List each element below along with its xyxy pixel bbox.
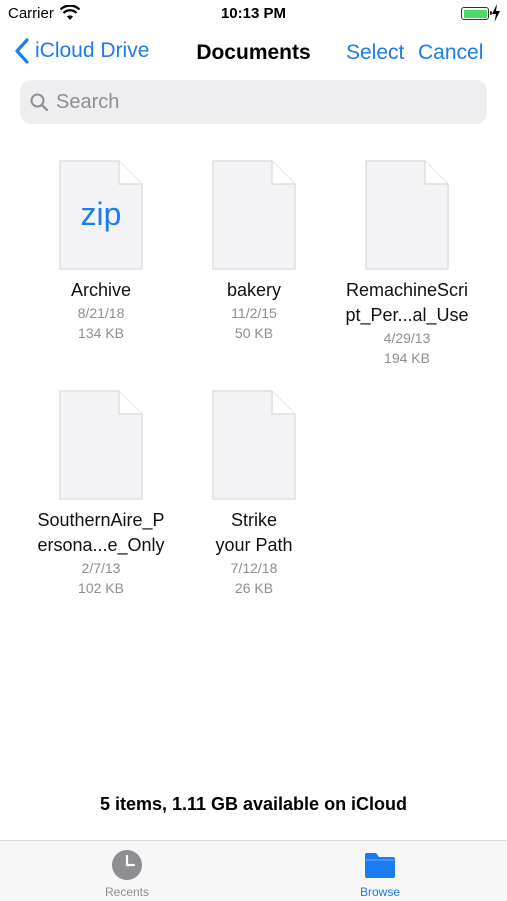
tab-bar: Recents Browse: [0, 840, 507, 901]
storage-summary: 5 items, 1.11 GB available on iCloud: [99, 794, 408, 814]
tab-recents[interactable]: Recents: [67, 849, 187, 899]
navigation-bar: iCloud Drive Documents Select Cancel: [0, 30, 507, 74]
status-time: 10:13 PM: [220, 5, 287, 22]
charging-bolt-icon: [492, 4, 500, 22]
file-item-remachine-script[interactable]: RemachineScri pt_Per...al_Use 4/29/13 194…: [337, 160, 477, 368]
search-icon: [30, 93, 48, 111]
folder-icon: [365, 853, 395, 878]
zip-badge: zip: [80, 196, 122, 232]
file-date: 7/12/18: [230, 560, 278, 576]
file-size: 194 KB: [384, 350, 430, 366]
file-date: 11/2/15: [231, 305, 277, 321]
document-icon: [212, 390, 296, 500]
file-date: 2/7/13: [81, 560, 121, 576]
tab-label: Browse: [359, 885, 400, 899]
document-icon: [59, 390, 143, 500]
clock-icon: [112, 850, 142, 880]
document-icon: zip: [59, 160, 143, 270]
battery-icon: [461, 7, 492, 20]
search-input[interactable]: [56, 80, 476, 124]
select-button[interactable]: Select: [346, 41, 404, 65]
tab-browse[interactable]: Browse: [320, 849, 440, 899]
file-date: 4/29/13: [383, 330, 431, 346]
document-icon: [212, 160, 296, 270]
tab-label: Recents: [104, 885, 150, 899]
cancel-button[interactable]: Cancel: [418, 41, 483, 65]
file-name: SouthernAire_P ersona...e_Only: [37, 510, 165, 555]
file-name: RemachineScri pt_Per...al_Use: [345, 280, 469, 325]
file-item-archive[interactable]: zip Archive 8/21/18 134 KB: [31, 160, 171, 343]
status-bar: Carrier 10:13 PM: [0, 0, 507, 28]
file-size: 134 KB: [78, 325, 124, 341]
file-name: Strike your Path: [215, 510, 293, 555]
file-name: Archive: [70, 280, 132, 300]
document-icon: [365, 160, 449, 270]
file-size: 102 KB: [78, 580, 124, 596]
file-size: 50 KB: [234, 325, 274, 341]
file-item-southernaire[interactable]: SouthernAire_P ersona...e_Only 2/7/13 102…: [31, 390, 171, 598]
file-date: 8/21/18: [77, 305, 125, 321]
search-bar[interactable]: [20, 80, 487, 124]
file-name: bakery: [226, 280, 282, 300]
file-item-bakery[interactable]: bakery 11/2/15 50 KB: [184, 160, 324, 343]
file-size: 26 KB: [234, 580, 274, 596]
file-item-strike-your-path[interactable]: Strike your Path 7/12/18 26 KB: [184, 390, 324, 598]
